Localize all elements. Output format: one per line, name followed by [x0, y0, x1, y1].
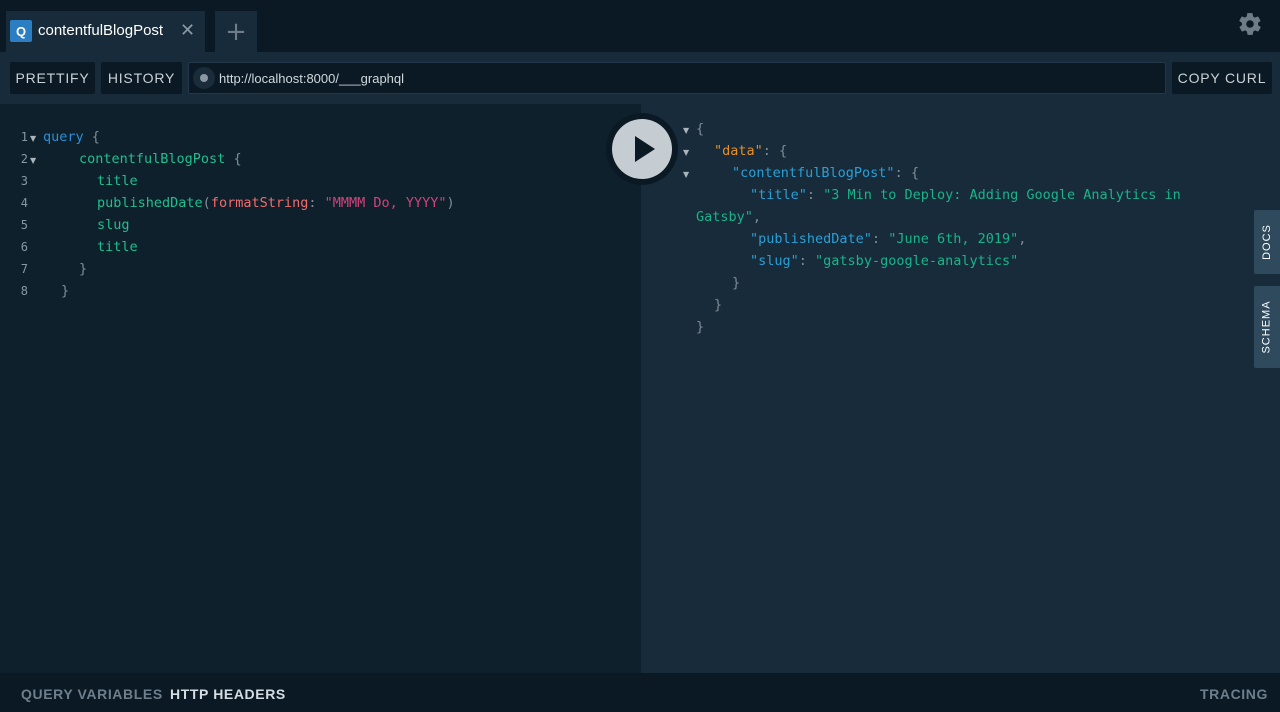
json-line: "title": "3 Min to Deploy: Adding Google…	[750, 187, 1181, 203]
docs-side-tab[interactable]: DOCS	[1254, 210, 1280, 274]
fold-arrow-icon[interactable]: ▼	[30, 156, 36, 165]
fold-arrow-icon[interactable]: ▼	[683, 126, 689, 135]
field-name: title	[97, 239, 138, 255]
bottom-drawer-bar: QUERY VARIABLES HTTP HEADERS TRACING	[0, 673, 1280, 712]
close-tab-icon[interactable]: ✕	[180, 20, 195, 42]
query-keyword: query	[43, 129, 84, 145]
history-button[interactable]: HISTORY	[101, 62, 182, 94]
tab-title: contentfulBlogPost	[38, 22, 164, 39]
gear-icon[interactable]	[1237, 11, 1263, 37]
brace: }	[61, 283, 70, 299]
json-sep: : {	[762, 143, 788, 159]
json-sep: :	[871, 231, 889, 247]
json-string: "June 6th, 2019"	[888, 231, 1019, 247]
json-line: Gatsby",	[696, 209, 761, 225]
brace: {	[83, 129, 100, 145]
query-tab-contentfulblogpost[interactable]: Q contentfulBlogPost ✕	[6, 11, 205, 52]
line-number: 4	[20, 196, 28, 210]
json-line: "contentfulBlogPost": {	[732, 165, 919, 181]
line-number: 3	[20, 174, 28, 188]
json-key: "data"	[714, 143, 763, 159]
json-string: "gatsby-google-analytics"	[815, 253, 1019, 269]
brace: }	[79, 261, 88, 277]
string-literal: "MMMM Do, YYYY"	[324, 195, 447, 211]
query-badge-icon: Q	[10, 20, 32, 42]
line-number: 8	[20, 284, 28, 298]
json-sep: ,	[1018, 231, 1027, 247]
line-number: 2	[20, 152, 28, 166]
graphql-playground: Q contentfulBlogPost ✕ + PRETTIFY HISTOR…	[0, 0, 1280, 712]
json-key: "slug"	[750, 253, 799, 269]
brace: }	[732, 275, 741, 291]
json-sep: ,	[752, 209, 762, 225]
json-key: "publishedDate"	[750, 231, 872, 247]
json-key: "contentfulBlogPost"	[732, 165, 895, 181]
brace: {	[225, 151, 242, 167]
json-sep: : {	[894, 165, 919, 181]
result-viewer: ▼ ▼ ▼ { "data": { "contentfulBlogPost": …	[641, 104, 1280, 673]
fold-arrow-icon[interactable]: ▼	[683, 170, 689, 179]
argument-name: formatString	[210, 195, 309, 211]
tracing-tab[interactable]: TRACING	[1200, 686, 1268, 702]
code-line: query {	[43, 129, 100, 145]
query-editor[interactable]: 1 2 3 4 5 6 7 8 ▼ ▼ query { contentfulBl…	[0, 104, 641, 673]
brace: }	[696, 319, 705, 335]
line-number: 5	[20, 218, 28, 232]
fold-arrow-icon[interactable]: ▼	[683, 148, 689, 157]
tab-bar: Q contentfulBlogPost ✕ +	[0, 0, 1280, 52]
json-line: "slug": "gatsby-google-analytics"	[750, 253, 1018, 269]
json-sep: :	[798, 253, 816, 269]
line-number: 1	[20, 130, 28, 144]
field-name: slug	[97, 217, 130, 233]
paren: (	[202, 195, 211, 211]
json-sep: :	[806, 187, 824, 203]
line-number: 7	[20, 262, 28, 276]
field-name: contentfulBlogPost	[79, 151, 226, 167]
execute-query-button[interactable]	[606, 113, 678, 185]
connection-status-icon	[193, 67, 215, 89]
brace: }	[714, 297, 723, 313]
line-number: 6	[20, 240, 28, 254]
prettify-button[interactable]: PRETTIFY	[10, 62, 95, 94]
fold-arrow-icon[interactable]: ▼	[30, 134, 36, 143]
schema-side-tab[interactable]: SCHEMA	[1254, 286, 1280, 368]
code-line: contentfulBlogPost {	[79, 151, 242, 167]
paren: )	[446, 195, 455, 211]
endpoint-url-text: http://localhost:8000/___graphql	[219, 71, 405, 86]
brace: {	[696, 121, 705, 137]
schema-label: SCHEMA	[1261, 300, 1273, 354]
endpoint-url-input[interactable]: http://localhost:8000/___graphql	[188, 62, 1166, 94]
query-variables-tab[interactable]: QUERY VARIABLES	[21, 686, 163, 702]
toolbar: PRETTIFY HISTORY http://localhost:8000/_…	[0, 52, 1280, 104]
colon: :	[308, 195, 325, 211]
copy-curl-button[interactable]: COPY CURL	[1172, 62, 1272, 94]
json-string: Gatsby"	[696, 209, 753, 225]
http-headers-tab[interactable]: HTTP HEADERS	[170, 686, 286, 702]
docs-label: DOCS	[1261, 224, 1273, 260]
json-string: "3 Min to Deploy: Adding Google Analytic…	[823, 187, 1181, 203]
json-line: "publishedDate": "June 6th, 2019",	[750, 231, 1026, 247]
code-line: publishedDate(formatString: "MMMM Do, YY…	[97, 195, 455, 211]
add-tab-button[interactable]: +	[215, 11, 257, 52]
field-name: publishedDate	[97, 195, 203, 211]
field-name: title	[97, 173, 138, 189]
json-key: "title"	[750, 187, 807, 203]
json-line: "data": {	[714, 143, 787, 159]
play-icon	[635, 136, 655, 162]
